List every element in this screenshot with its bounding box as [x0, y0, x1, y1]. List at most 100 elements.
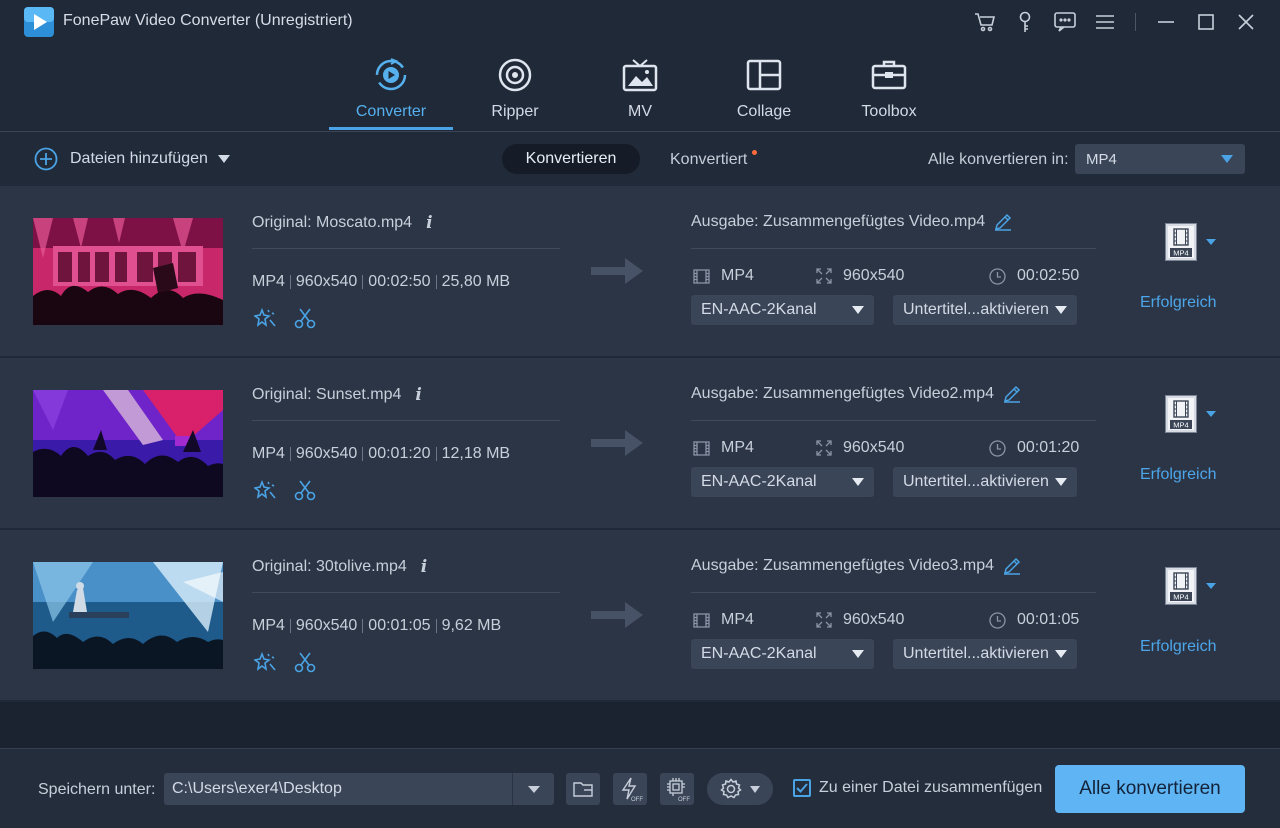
- clock-icon: [989, 611, 1006, 629]
- mp4-format-icon[interactable]: MP4: [1165, 223, 1197, 261]
- info-icon[interactable]: i: [421, 557, 427, 577]
- tab-converter-label: Converter: [355, 103, 427, 120]
- subtitle-value: Untertitel...aktivieren: [903, 473, 1049, 490]
- output-format-value: MP4: [721, 611, 754, 628]
- add-files-button[interactable]: Dateien hinzufügen: [34, 147, 230, 171]
- save-path-value: C:\Users\exer4\Desktop: [172, 780, 342, 797]
- video-thumbnail[interactable]: [33, 218, 223, 325]
- audio-track-select[interactable]: EN-AAC-2Kanal: [691, 639, 874, 669]
- divider: [691, 248, 1096, 249]
- cpu-acceleration-button[interactable]: OFF: [660, 773, 694, 805]
- scissors-icon[interactable]: [292, 477, 318, 503]
- convert-all-button[interactable]: Alle konvertieren: [1055, 765, 1245, 813]
- subtitle-select[interactable]: Untertitel...aktivieren: [893, 295, 1077, 325]
- info-icon[interactable]: i: [415, 385, 421, 405]
- output-format-value: MP4: [721, 439, 754, 456]
- app-logo: [24, 7, 54, 37]
- mp4-format-icon[interactable]: MP4: [1165, 567, 1197, 605]
- mp4-format-icon[interactable]: MP4: [1165, 395, 1197, 433]
- video-thumbnail[interactable]: [33, 390, 223, 497]
- divider: [252, 420, 560, 421]
- tab-converting[interactable]: Konvertieren: [502, 144, 640, 174]
- subtitle-select[interactable]: Untertitel...aktivieren: [893, 467, 1077, 497]
- chevron-down-icon[interactable]: [217, 155, 230, 163]
- divider: [252, 592, 560, 593]
- source-metadata: MP4 960x540 00:01:05 9,62 MB: [252, 617, 501, 635]
- plus-circle-icon: [34, 147, 58, 171]
- source-resolution: 960x540: [295, 445, 358, 462]
- minimize-icon[interactable]: [1146, 8, 1186, 36]
- meta-separator: [362, 447, 364, 461]
- tab-converter[interactable]: Converter: [329, 52, 453, 132]
- audio-track-value: EN-AAC-2Kanal: [701, 301, 817, 318]
- tab-converted[interactable]: Konvertiert: [670, 151, 747, 169]
- key-icon[interactable]: [1005, 8, 1045, 36]
- feedback-icon[interactable]: [1045, 8, 1085, 36]
- output-format: MP4: [693, 611, 754, 629]
- convert-all-format-select[interactable]: MP4: [1075, 144, 1245, 174]
- output-resolution-value: 960x540: [843, 611, 905, 628]
- audio-track-select[interactable]: EN-AAC-2Kanal: [691, 295, 874, 325]
- info-icon[interactable]: i: [426, 213, 432, 233]
- output-filename-text: Ausgabe: Zusammengefügtes Video2.mp4: [691, 385, 995, 402]
- active-tab-indicator: [329, 127, 453, 130]
- convert-all-format-value: MP4: [1086, 150, 1117, 168]
- chevron-down-icon: [852, 478, 864, 486]
- resize-icon: [816, 440, 832, 456]
- tab-collage[interactable]: Collage: [702, 52, 826, 132]
- titlebar-separator: [1135, 13, 1136, 31]
- app-title: FonePaw Video Converter (Unregistriert): [63, 12, 353, 29]
- chevron-down-icon: [852, 650, 864, 658]
- tab-mv[interactable]: MV: [578, 52, 702, 132]
- subtitle-value: Untertitel...aktivieren: [903, 301, 1049, 318]
- source-duration: 00:02:50: [368, 273, 431, 290]
- output-filename: Ausgabe: Zusammengefügtes Video.mp4: [691, 213, 1012, 231]
- original-filename: Original: Sunset.mp4 i: [252, 385, 422, 405]
- output-format-value: MP4: [721, 267, 754, 284]
- meta-separator: [289, 275, 291, 289]
- tab-mv-label: MV: [628, 103, 652, 120]
- save-path-field[interactable]: C:\Users\exer4\Desktop: [164, 773, 554, 805]
- edit-icon[interactable]: [994, 213, 1012, 231]
- enhance-icon[interactable]: [252, 305, 278, 331]
- scissors-icon[interactable]: [292, 305, 318, 331]
- chevron-down-icon[interactable]: [1206, 411, 1216, 417]
- hardware-acceleration-button[interactable]: OFF: [613, 773, 647, 805]
- scissors-icon[interactable]: [292, 649, 318, 675]
- source-format: MP4: [252, 445, 285, 462]
- meta-separator: [362, 619, 364, 633]
- folder-icon: [573, 782, 593, 797]
- enhance-icon[interactable]: [252, 649, 278, 675]
- subtitle-select[interactable]: Untertitel...aktivieren: [893, 639, 1077, 669]
- chevron-down-icon: [527, 785, 540, 793]
- edit-icon[interactable]: [1003, 385, 1021, 403]
- tab-toolbox[interactable]: Toolbox: [827, 52, 951, 132]
- meta-separator: [435, 275, 437, 289]
- save-path-dropdown[interactable]: [512, 773, 554, 805]
- meta-separator: [362, 275, 364, 289]
- enhance-icon[interactable]: [252, 477, 278, 503]
- toolbar: Dateien hinzufügen Konvertieren Konverti…: [0, 132, 1280, 186]
- output-duration: 00:01:20: [989, 439, 1079, 457]
- output-resolution: 960x540: [816, 267, 904, 285]
- svg-text:OFF: OFF: [631, 797, 643, 802]
- merge-checkbox[interactable]: Zu einer Datei zusammenfügen: [793, 779, 1042, 797]
- convert-all-label: Alle konvertieren in:: [928, 151, 1069, 168]
- cart-icon[interactable]: [965, 8, 1005, 36]
- settings-button[interactable]: [707, 773, 773, 805]
- menu-icon[interactable]: [1085, 8, 1125, 36]
- output-filename: Ausgabe: Zusammengefügtes Video2.mp4: [691, 385, 1021, 403]
- clock-icon: [989, 267, 1006, 285]
- maximize-icon[interactable]: [1186, 8, 1226, 36]
- video-thumbnail[interactable]: [33, 562, 223, 669]
- open-folder-button[interactable]: [566, 773, 600, 805]
- tab-ripper[interactable]: Ripper: [453, 52, 577, 132]
- output-filename: Ausgabe: Zusammengefügtes Video3.mp4: [691, 557, 1021, 575]
- output-resolution-value: 960x540: [843, 267, 905, 284]
- audio-track-select[interactable]: EN-AAC-2Kanal: [691, 467, 874, 497]
- chevron-down-icon[interactable]: [1206, 583, 1216, 589]
- chevron-down-icon[interactable]: [1206, 239, 1216, 245]
- edit-icon[interactable]: [1003, 557, 1021, 575]
- close-icon[interactable]: [1226, 8, 1266, 36]
- checkbox[interactable]: [793, 779, 811, 797]
